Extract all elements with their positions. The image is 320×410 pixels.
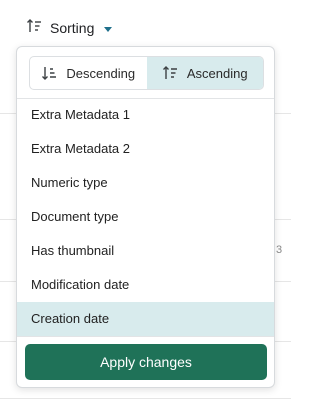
divider xyxy=(17,336,274,337)
sort-option-has-thumbnail[interactable]: Has thumbnail xyxy=(17,234,274,268)
sort-option-extra-metadata-2[interactable]: Extra Metadata 2 xyxy=(17,132,274,166)
sort-option-extra-metadata-1[interactable]: Extra Metadata 1 xyxy=(17,98,274,132)
sort-option-modification-date[interactable]: Modification date xyxy=(17,268,274,302)
sorting-button[interactable]: Sorting xyxy=(26,17,113,39)
background-partial-text: 3 xyxy=(276,244,283,256)
background-divider xyxy=(0,398,291,399)
sorting-label: Sorting xyxy=(50,20,95,36)
sort-ascending-icon xyxy=(26,18,42,39)
sort-descending-icon xyxy=(41,65,57,81)
descending-label: Descending xyxy=(66,65,136,81)
sort-option-numeric-type[interactable]: Numeric type xyxy=(17,166,274,200)
sorting-dropdown: Descending Ascending Extra Metadata 1 Ex… xyxy=(16,46,275,388)
sort-ascending-icon xyxy=(162,65,178,81)
sort-field-list: Extra Metadata 1 Extra Metadata 2 Numeri… xyxy=(17,98,274,336)
ascending-label: Ascending xyxy=(186,65,248,81)
apply-changes-button[interactable]: Apply changes xyxy=(25,344,267,380)
sort-option-document-type[interactable]: Document type xyxy=(17,200,274,234)
caret-down-icon xyxy=(104,26,113,32)
sort-order-toggle: Descending Ascending xyxy=(29,56,264,90)
descending-button[interactable]: Descending xyxy=(30,57,147,89)
ascending-button[interactable]: Ascending xyxy=(146,57,263,89)
sort-option-creation-date[interactable]: Creation date xyxy=(17,302,274,336)
